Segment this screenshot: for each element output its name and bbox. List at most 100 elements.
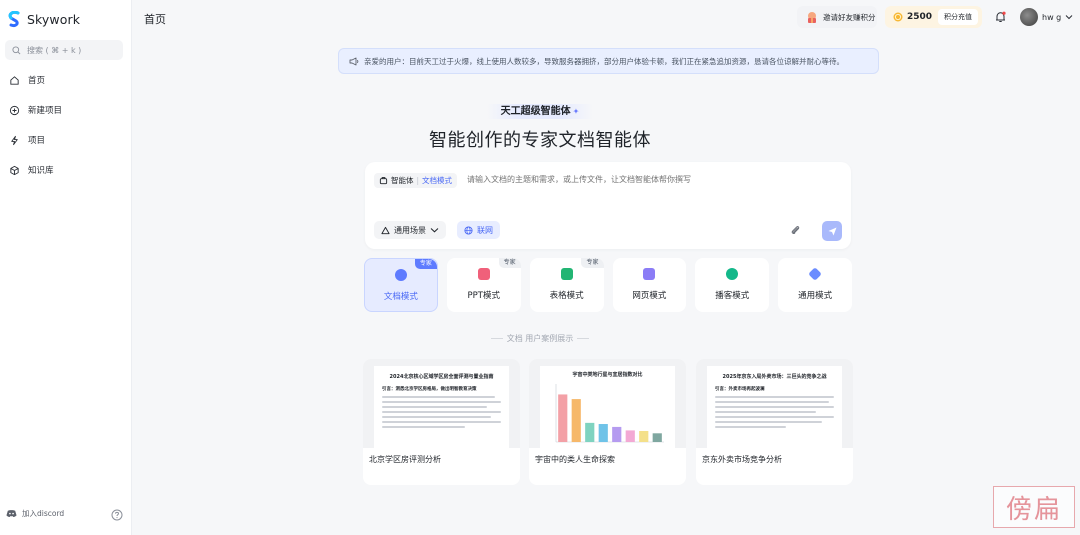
sparkle-icon: [808, 267, 822, 281]
coin-icon: [893, 12, 903, 22]
globe-icon: [464, 225, 473, 235]
notice-text: 亲爱的用户：目前天工过于火爆，线上使用人数较多，导致服务器拥挤，部分用户体验卡顿…: [364, 56, 844, 66]
mode-tile-ppt[interactable]: 专家 PPT模式: [446, 258, 521, 312]
document-preview: 2024北京核心区域学区房全面评测与置业指南 引言：洞悉北京学区房格局，做出明智…: [374, 366, 509, 448]
chart-bar: [612, 426, 622, 442]
notification-bell-icon[interactable]: [995, 11, 1006, 23]
expert-badge: 专家: [414, 259, 437, 269]
search-icon: [12, 45, 21, 54]
case-card[interactable]: 2025年京东入局外卖市场：三巨头的竞争之战 引言：外卖市场再起波澜 京东外卖市…: [696, 359, 853, 485]
case-card[interactable]: 宇宙中类地行星与宜居指数对比 宇宙中的类人生命探索: [529, 359, 686, 485]
megaphone-icon: [349, 57, 359, 65]
case-thumbnail: 2025年京东入局外卖市场：三巨头的竞争之战 引言：外卖市场再起波澜: [696, 359, 853, 448]
case-title: 北京学区房评测分析: [369, 455, 441, 464]
sparkle-icon: ✦: [572, 107, 580, 116]
case-title: 宇宙中的类人生命探索: [535, 455, 615, 464]
cases-heading-text: 文档 用户案例展示: [487, 334, 594, 343]
hero-title: 智能创作的专家文档智能体: [429, 130, 651, 151]
mode-label: PPT模式: [467, 291, 500, 301]
recharge-button[interactable]: 积分充值: [938, 9, 978, 25]
sidebar-item-knowledge-base[interactable]: 知识库: [0, 160, 132, 180]
mode-label: 通用模式: [798, 291, 833, 301]
chart-bar: [571, 399, 581, 442]
doc-subtitle: 引言：洞悉北京学区房格局，做出明智教育决策: [382, 387, 477, 392]
chart-preview: 宇宙中类地行星与宜居指数对比: [540, 366, 675, 448]
document-icon: [394, 269, 407, 281]
expert-badge: 专家: [498, 258, 521, 268]
bar-chart: [555, 384, 664, 443]
help-icon[interactable]: [111, 509, 123, 521]
send-button[interactable]: [822, 221, 842, 241]
discord-icon: [6, 510, 17, 517]
case-title: 京东外卖市场竞争分析: [702, 455, 782, 464]
case-card[interactable]: 2024北京核心区域学区房全面评测与置业指南 引言：洞悉北京学区房格局，做出明智…: [363, 359, 520, 485]
hero-eyebrow: 天工超级智能体 ✦: [0, 104, 1080, 119]
web-label: 联网: [477, 225, 493, 235]
gift-character-icon: [808, 12, 816, 23]
username: hw g: [1042, 12, 1062, 22]
web-search-toggle[interactable]: 联网: [457, 221, 500, 239]
brand-name: Skywork: [27, 12, 81, 27]
brand-logo[interactable]: Skywork: [7, 11, 80, 28]
document-preview: 2025年京东入局外卖市场：三巨头的竞争之战 引言：外卖市场再起波澜: [707, 366, 842, 448]
chart-bar: [639, 430, 649, 442]
scene-dropdown[interactable]: 通用场景: [374, 221, 446, 239]
scene-label: 通用场景: [394, 225, 426, 235]
chart-bar: [652, 433, 662, 442]
triangle-scene-icon: [381, 226, 390, 234]
sidebar-item-label: 知识库: [28, 166, 54, 176]
sidebar-item-label: 首页: [28, 76, 46, 86]
sidebar: Skywork 搜索 ( ⌘ + k ) 首页 新建项目 项目 知识库 加入di…: [0, 0, 132, 535]
hero-eyebrow-text: 天工超级智能体: [500, 106, 571, 117]
case-thumbnail: 2024北京核心区域学区房全面评测与置业指南 引言：洞悉北京学区房格局，做出明智…: [363, 359, 520, 448]
mode-tile-podcast[interactable]: 播客模式: [695, 258, 770, 312]
chart-bar: [598, 424, 608, 442]
agent-mode-label: 文档模式: [422, 176, 453, 185]
invite-friends-button[interactable]: 邀请好友赚积分: [797, 6, 877, 28]
case-thumbnail: 宇宙中类地行星与宜居指数对比: [529, 359, 686, 448]
doc-title: 2024北京核心区域学区房全面评测与置业指南: [389, 374, 494, 380]
mode-tile-table[interactable]: 专家 表格模式: [529, 258, 604, 312]
prompt-input[interactable]: [467, 175, 787, 184]
webpage-icon: [643, 268, 656, 280]
mode-label: 表格模式: [549, 291, 584, 301]
cases-heading: 文档 用户案例展示: [0, 333, 1080, 344]
podcast-icon: [726, 268, 739, 280]
chart-bar: [625, 430, 635, 442]
invite-label: 邀请好友赚积分: [823, 12, 876, 22]
watermark-seal: 傍扁: [993, 486, 1075, 528]
mode-label: 文档模式: [383, 292, 418, 302]
points-value: 2500: [907, 12, 933, 22]
chevron-down-icon: [1065, 15, 1073, 20]
search-input[interactable]: 搜索 ( ⌘ + k ): [5, 40, 123, 60]
doc-subtitle: 引言：外卖市场再起波澜: [715, 387, 765, 392]
mode-tile-document[interactable]: 专家 文档模式: [364, 258, 438, 312]
home-icon: [10, 75, 19, 85]
points-panel: 2500 积分充值: [885, 6, 982, 28]
prompt-composer: 智能体 | 文档模式 通用场景 联网: [365, 162, 851, 249]
presentation-icon: [477, 268, 490, 280]
agent-label: 智能体: [391, 176, 414, 185]
chart-title: 宇宙中类地行星与宜居指数对比: [572, 372, 643, 378]
chart-bar: [558, 394, 568, 442]
mode-label: 播客模式: [715, 291, 750, 301]
table-icon: [560, 268, 573, 280]
skywork-logo-icon: [8, 11, 20, 27]
page-title: 首页: [144, 13, 166, 26]
discord-link[interactable]: 加入discord: [6, 508, 64, 519]
mode-tile-general[interactable]: 通用模式: [778, 258, 852, 312]
user-menu[interactable]: hw g: [1020, 8, 1073, 26]
mode-tile-webpage[interactable]: 网页模式: [612, 258, 687, 312]
agent-icon: [379, 177, 388, 185]
notice-banner: 亲爱的用户：目前天工过于火爆，线上使用人数较多，导致服务器拥挤，部分用户体验卡顿…: [338, 48, 879, 74]
mode-label: 网页模式: [632, 291, 667, 301]
send-icon: [828, 227, 836, 235]
cube-icon: [10, 165, 19, 175]
sidebar-item-home[interactable]: 首页: [0, 70, 132, 90]
search-placeholder: 搜索 ( ⌘ + k ): [27, 45, 82, 55]
attachment-icon[interactable]: [790, 225, 801, 236]
tag-separator: |: [416, 176, 420, 185]
chevron-down-icon: [430, 228, 439, 233]
agent-mode-tag[interactable]: 智能体 | 文档模式: [374, 173, 458, 188]
doc-title: 2025年京东入局外卖市场：三巨头的竞争之战: [722, 374, 827, 380]
